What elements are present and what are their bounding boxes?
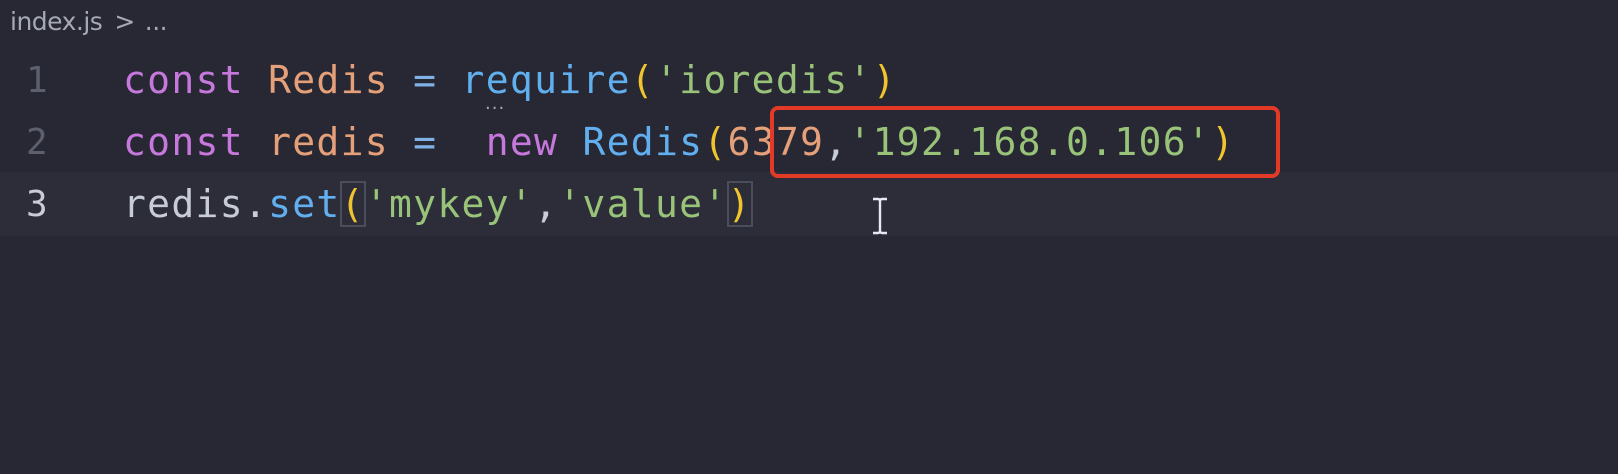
dot-token: . (243, 182, 269, 226)
breadcrumb-ellipsis[interactable]: ... (145, 7, 168, 36)
code-editor[interactable]: index.js > ... 1 const Redis = require('… (0, 0, 1618, 474)
chevron-right-icon: > (114, 6, 135, 36)
line-number: 2 (26, 121, 48, 163)
string-token: 'value' (558, 182, 728, 226)
breadcrumb-file[interactable]: index.js (10, 7, 103, 36)
paren-token: ( (703, 120, 728, 164)
line-code[interactable]: const Redis = require('ioredis') (123, 58, 897, 102)
paren-token: ( (630, 58, 655, 102)
line-number: 1 (26, 59, 48, 101)
paren-token: ) (726, 181, 753, 227)
identifier-token: Redis (268, 58, 389, 102)
comma-token: , (534, 182, 559, 226)
identifier-token: redis (268, 120, 389, 164)
annotation-highlight-box (770, 106, 1280, 178)
keyword-token: const (123, 120, 244, 164)
code-line-1[interactable]: 1 const Redis = require('ioredis') (0, 48, 1618, 112)
text-cursor-icon (873, 197, 887, 235)
code-line-3[interactable]: 3 redis.set('mykey','value') (0, 172, 1618, 236)
operator-token: = (413, 58, 438, 102)
operator-token: = (413, 120, 438, 164)
string-token: 'mykey' (364, 182, 535, 226)
method-token: set (268, 182, 341, 226)
identifier-token: redis (123, 182, 244, 226)
breadcrumb[interactable]: index.js > ... (10, 2, 168, 40)
line-number: 3 (26, 183, 48, 225)
paren-token: ( (339, 181, 366, 227)
class-token: Redis (582, 120, 704, 164)
keyword-token: new (485, 120, 559, 164)
paren-token: ) (872, 58, 897, 102)
line-code[interactable]: redis.set('mykey','value') (123, 181, 753, 227)
string-token: 'ioredis' (654, 58, 873, 102)
keyword-token: const (123, 58, 244, 102)
